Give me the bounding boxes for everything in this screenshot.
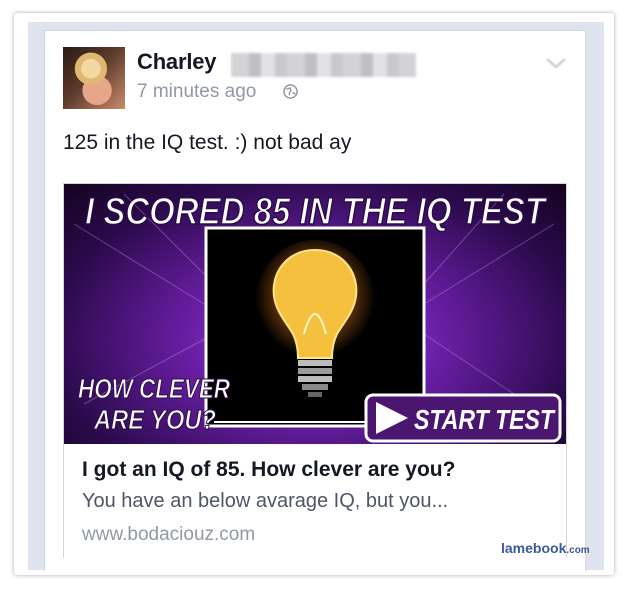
image-caption-line1: HOW CLEVER bbox=[78, 373, 231, 404]
watermark-brand: lamebook bbox=[501, 540, 567, 556]
post-text: 125 in the IQ test. :) not bad ay bbox=[63, 131, 352, 154]
post-card: Charley 7 minutes ago 125 in the IQ test… bbox=[44, 30, 586, 571]
post-timestamp[interactable]: 7 minutes ago bbox=[137, 81, 256, 103]
avatar[interactable] bbox=[63, 47, 125, 109]
link-title[interactable]: I got an IQ of 85. How clever are you? bbox=[82, 458, 455, 482]
link-image[interactable]: I SCORED 85 IN THE IQ TEST HOW CLEVER AR… bbox=[64, 184, 566, 444]
author-name[interactable]: Charley bbox=[137, 49, 217, 75]
blurred-surname bbox=[231, 53, 416, 77]
link-url[interactable]: www.bodaciouz.com bbox=[82, 524, 255, 546]
globe-icon bbox=[283, 84, 298, 99]
image-caption-line2: ARE YOU? bbox=[93, 404, 216, 435]
watermark-domain: .com bbox=[566, 545, 590, 556]
link-preview[interactable]: I SCORED 85 IN THE IQ TEST HOW CLEVER AR… bbox=[63, 183, 567, 558]
chevron-down-icon[interactable] bbox=[545, 57, 567, 71]
link-description: You have an below avarage IQ, but you... bbox=[82, 490, 449, 512]
lamebook-watermark: lamebook.com bbox=[501, 540, 590, 556]
image-headline: I SCORED 85 IN THE IQ TEST bbox=[85, 191, 547, 233]
start-test-label: START TEST bbox=[414, 404, 556, 435]
